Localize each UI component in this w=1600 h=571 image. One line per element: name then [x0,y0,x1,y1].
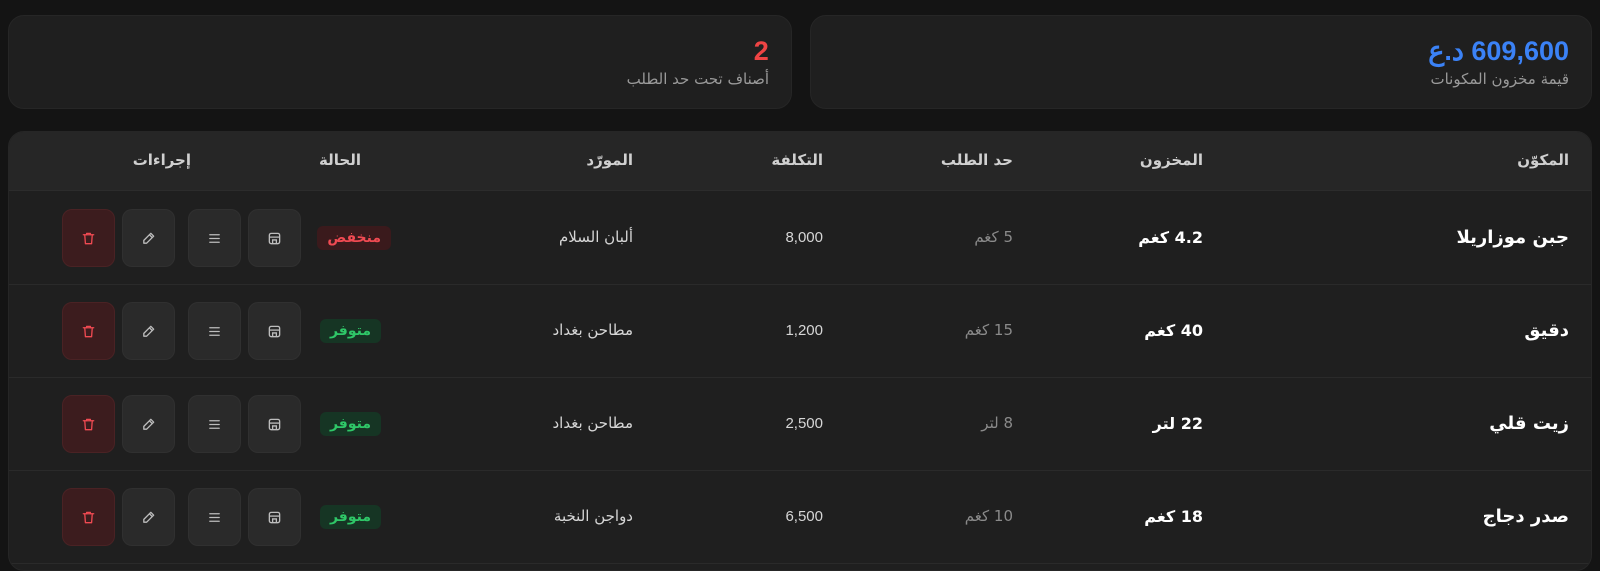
supplier-name: ألبان السلام [559,228,633,246]
ingredients-table: المكوّن المخزون حد الطلب التكلفة المورّد… [8,131,1592,571]
inventory-value-label: قيمة مخزون المكونات [1430,70,1569,88]
list-button[interactable] [188,488,241,546]
status-badge: منخفض [317,226,391,250]
delete-button[interactable] [62,302,115,360]
list-button[interactable] [188,395,241,453]
reorder-level: 8 لتر [981,414,1013,432]
stock-value: 18 كغم [1144,507,1203,526]
edit-icon [141,231,156,246]
ingredient-name: دقيق [1524,320,1569,341]
edit-button[interactable] [122,209,175,267]
supplier-name: مطاحن بغداد [552,321,633,339]
status-badge: متوفر [319,412,381,436]
list-button[interactable] [188,302,241,360]
list-icon [207,231,222,246]
store-button[interactable] [248,395,301,453]
header-status[interactable]: الحالة [319,132,361,190]
cost-value: 6,500 [785,508,823,525]
cost-value: 1,200 [785,322,823,339]
trash-icon [81,417,96,432]
store-icon [267,510,282,525]
inventory-value-card: 609,600 د.ع قيمة مخزون المكونات [810,15,1592,109]
trash-icon [81,510,96,525]
below-reorder-label: أصناف تحت حد الطلب [626,70,769,88]
stock-value: 22 لتر [1152,414,1203,433]
header-cost[interactable]: التكلفة [771,132,823,190]
edit-icon [141,324,156,339]
store-icon [267,324,282,339]
store-icon [267,231,282,246]
trash-icon [81,231,96,246]
edit-button[interactable] [122,395,175,453]
reorder-level: 5 كغم [974,228,1013,246]
header-supplier[interactable]: المورّد [586,132,633,190]
delete-button[interactable] [62,209,115,267]
edit-icon [141,417,156,432]
stock-value: 4.2 كغم [1138,228,1203,247]
table-row: صدر دجاج 18 كغم 10 كغم 6,500 دواجن النخبة متو… [9,470,1591,564]
list-icon [207,417,222,432]
ingredient-name: صدر دجاج [1482,506,1569,527]
trash-icon [81,324,96,339]
list-button[interactable] [188,209,241,267]
edit-button[interactable] [122,302,175,360]
header-stock[interactable]: المخزون [1140,132,1203,190]
table-row: دقيق 40 كغم 15 كغم 1,200 مطاحن بغداد متوفر [9,284,1591,378]
reorder-level: 15 كغم [964,321,1013,339]
supplier-name: دواجن النخبة [553,507,633,525]
supplier-name: مطاحن بغداد [552,414,633,432]
table-header: المكوّن المخزون حد الطلب التكلفة المورّد… [9,132,1591,191]
edit-icon [141,510,156,525]
list-icon [207,510,222,525]
cost-value: 8,000 [785,229,823,246]
status-badge: متوفر [319,505,381,529]
table-row: زيت قلي 22 لتر 8 لتر 2,500 مطاحن بغداد متوفر [9,377,1591,471]
header-reorder[interactable]: حد الطلب [941,132,1013,190]
delete-button[interactable] [62,395,115,453]
list-icon [207,324,222,339]
ingredient-name: جبن موزاريلا [1456,227,1569,248]
stock-value: 40 كغم [1144,321,1203,340]
inventory-value: 609,600 د.ع [1428,36,1569,66]
store-button[interactable] [248,488,301,546]
store-button[interactable] [248,209,301,267]
reorder-level: 10 كغم [964,507,1013,525]
table-row: جبن موزاريلا 4.2 كغم 5 كغم 8,000 ألبان السلا… [9,191,1591,285]
delete-button[interactable] [62,488,115,546]
header-actions: إجراءات [132,151,191,169]
header-ingredient[interactable]: المكوّن [1517,132,1569,190]
below-reorder-card: 2 أصناف تحت حد الطلب [8,15,792,109]
status-badge: متوفر [319,319,381,343]
store-button[interactable] [248,302,301,360]
cost-value: 2,500 [785,415,823,432]
edit-button[interactable] [122,488,175,546]
below-reorder-count: 2 [753,36,769,66]
store-icon [267,417,282,432]
ingredient-name: زيت قلي [1489,413,1569,434]
